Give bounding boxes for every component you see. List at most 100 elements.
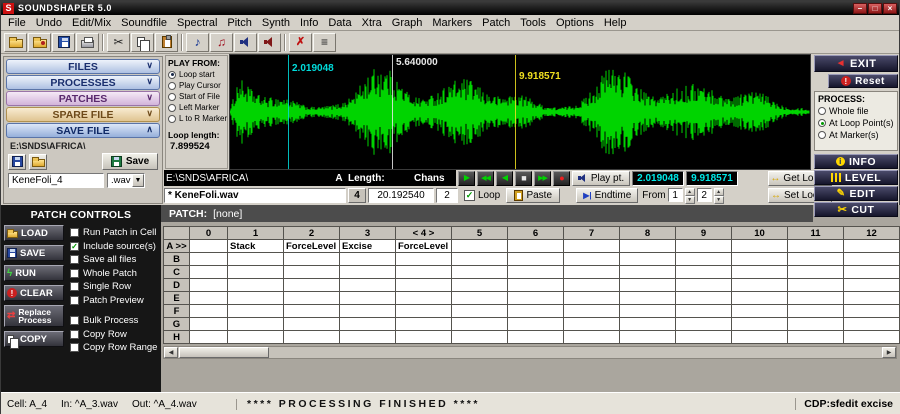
menu-item-patch[interactable]: Patch: [477, 17, 515, 29]
patch-cell-A9[interactable]: [675, 239, 732, 253]
patch-cell-A1[interactable]: Stack: [227, 239, 284, 253]
cut-toolbar-button[interactable]: ✂: [107, 32, 130, 52]
patch-cell-A2[interactable]: ForceLevel: [283, 239, 340, 253]
patch-cell-A0[interactable]: [189, 239, 228, 253]
patch-cell-D12[interactable]: [843, 278, 900, 292]
process-options-at-loop-point-s-[interactable]: At Loop Point(s): [818, 117, 894, 129]
patch-cell-H0[interactable]: [189, 330, 228, 344]
menu-item-help[interactable]: Help: [599, 17, 632, 29]
patch-cell-F1[interactable]: [227, 304, 284, 318]
save-as-button[interactable]: [8, 153, 26, 170]
patch-cell-E8[interactable]: [619, 291, 676, 305]
play-note-toolbar-button[interactable]: ♪: [186, 32, 209, 52]
record-button[interactable]: ●: [553, 170, 570, 186]
play-from-options-left-marker[interactable]: Left Marker: [168, 102, 225, 113]
patch-cell-F4[interactable]: [395, 304, 452, 318]
copy-toolbar-button[interactable]: [131, 32, 154, 52]
patch-cell-H8[interactable]: [619, 330, 676, 344]
copy-patch-button[interactable]: COPY: [4, 331, 64, 349]
column-header-1[interactable]: 1: [227, 226, 284, 240]
patch-cell-D10[interactable]: [731, 278, 788, 292]
column-header-12[interactable]: 12: [843, 226, 900, 240]
patch-cell-E2[interactable]: [283, 291, 340, 305]
save-button[interactable]: Save: [102, 153, 158, 170]
section-patches[interactable]: PATCHES ∨: [6, 91, 160, 106]
column-header-3[interactable]: 3: [339, 226, 396, 240]
patch-cell-H6[interactable]: [507, 330, 564, 344]
spinner-down-icon[interactable]: ▼: [684, 196, 695, 204]
menu-item-info[interactable]: Info: [295, 17, 323, 29]
patch-cell-C2[interactable]: [283, 265, 340, 279]
patch-cell-G7[interactable]: [563, 317, 620, 331]
patch-cell-C10[interactable]: [731, 265, 788, 279]
patch-cell-F3[interactable]: [339, 304, 396, 318]
patch-cell-B4[interactable]: [395, 252, 452, 266]
patch-cell-F2[interactable]: [283, 304, 340, 318]
patch-cell-E0[interactable]: [189, 291, 228, 305]
paste-button[interactable]: Paste: [506, 187, 561, 203]
patch-cell-F10[interactable]: [731, 304, 788, 318]
patch-cell-H1[interactable]: [227, 330, 284, 344]
menu-item-soundfile[interactable]: Soundfile: [116, 17, 172, 29]
loop-start-field[interactable]: 2.019048: [632, 170, 684, 186]
maximize-button[interactable]: □: [868, 2, 882, 14]
patch-cell-D8[interactable]: [619, 278, 676, 292]
patch-cell-C7[interactable]: [563, 265, 620, 279]
patch-cell-H4[interactable]: [395, 330, 452, 344]
patch-cell-H12[interactable]: [843, 330, 900, 344]
patch-cell-B11[interactable]: [787, 252, 844, 266]
patch-cell-G12[interactable]: [843, 317, 900, 331]
checkbox-bulk-process[interactable]: Bulk Process: [70, 314, 158, 328]
patch-cell-B9[interactable]: [675, 252, 732, 266]
scroll-right-icon[interactable]: ▶: [882, 347, 896, 358]
checkbox-copy-row[interactable]: Copy Row: [70, 328, 158, 342]
patch-cell-A10[interactable]: [731, 239, 788, 253]
save-file-toolbar-button[interactable]: [52, 32, 75, 52]
column-header-5[interactable]: 5: [451, 226, 508, 240]
patch-cell-E4[interactable]: [395, 291, 452, 305]
patch-grid-scrollbar[interactable]: ◀ ▶: [163, 346, 897, 359]
scroll-left-icon[interactable]: ◀: [164, 347, 178, 358]
patch-cell-F8[interactable]: [619, 304, 676, 318]
spinner-up-icon[interactable]: ▲: [684, 188, 695, 196]
patch-cell-E3[interactable]: [339, 291, 396, 305]
patch-cell-D9[interactable]: [675, 278, 732, 292]
open-file-toolbar-button[interactable]: [4, 32, 27, 52]
patch-cell-A11[interactable]: [787, 239, 844, 253]
patch-cell-D3[interactable]: [339, 278, 396, 292]
save-filename-input[interactable]: [8, 173, 104, 188]
patch-cell-C1[interactable]: [227, 265, 284, 279]
menu-item-graph[interactable]: Graph: [387, 17, 428, 29]
loud-speaker-toolbar-button[interactable]: [258, 32, 281, 52]
current-filename[interactable]: * KeneFoli.wav: [164, 187, 346, 203]
column-header-10[interactable]: 10: [731, 226, 788, 240]
section-files[interactable]: FILES ∨: [6, 59, 160, 74]
play-from-options-loop-start[interactable]: Loop start: [168, 69, 225, 80]
patch-cell-C0[interactable]: [189, 265, 228, 279]
mute-toolbar-button[interactable]: ✗: [289, 32, 312, 52]
loop-end-field[interactable]: 9.918571: [686, 170, 738, 186]
process-options-whole-file[interactable]: Whole file: [818, 105, 894, 117]
patch-cell-G10[interactable]: [731, 317, 788, 331]
print-toolbar-button[interactable]: [76, 32, 99, 52]
row-header-F[interactable]: F: [163, 304, 190, 318]
patch-cell-F6[interactable]: [507, 304, 564, 318]
patch-cell-G5[interactable]: [451, 317, 508, 331]
play-from-options-play-cursor[interactable]: Play Cursor: [168, 80, 225, 91]
loop-marker-line[interactable]: [392, 55, 393, 169]
menu-item-file[interactable]: File: [3, 17, 31, 29]
patch-cell-B5[interactable]: [451, 252, 508, 266]
patch-cell-D2[interactable]: [283, 278, 340, 292]
patch-cell-H3[interactable]: [339, 330, 396, 344]
patch-cell-B12[interactable]: [843, 252, 900, 266]
patch-cell-H2[interactable]: [283, 330, 340, 344]
column-header-11[interactable]: 11: [787, 226, 844, 240]
extension-select[interactable]: .wav ▼: [107, 173, 145, 188]
play-point-button[interactable]: Play pt.: [572, 170, 630, 186]
section-processes[interactable]: PROCESSES ∨: [6, 75, 160, 90]
spinner-up-icon[interactable]: ▲: [713, 188, 724, 196]
patch-cell-C6[interactable]: [507, 265, 564, 279]
patch-cell-D1[interactable]: [227, 278, 284, 292]
patch-cell-D4[interactable]: [395, 278, 452, 292]
patch-cell-G1[interactable]: [227, 317, 284, 331]
